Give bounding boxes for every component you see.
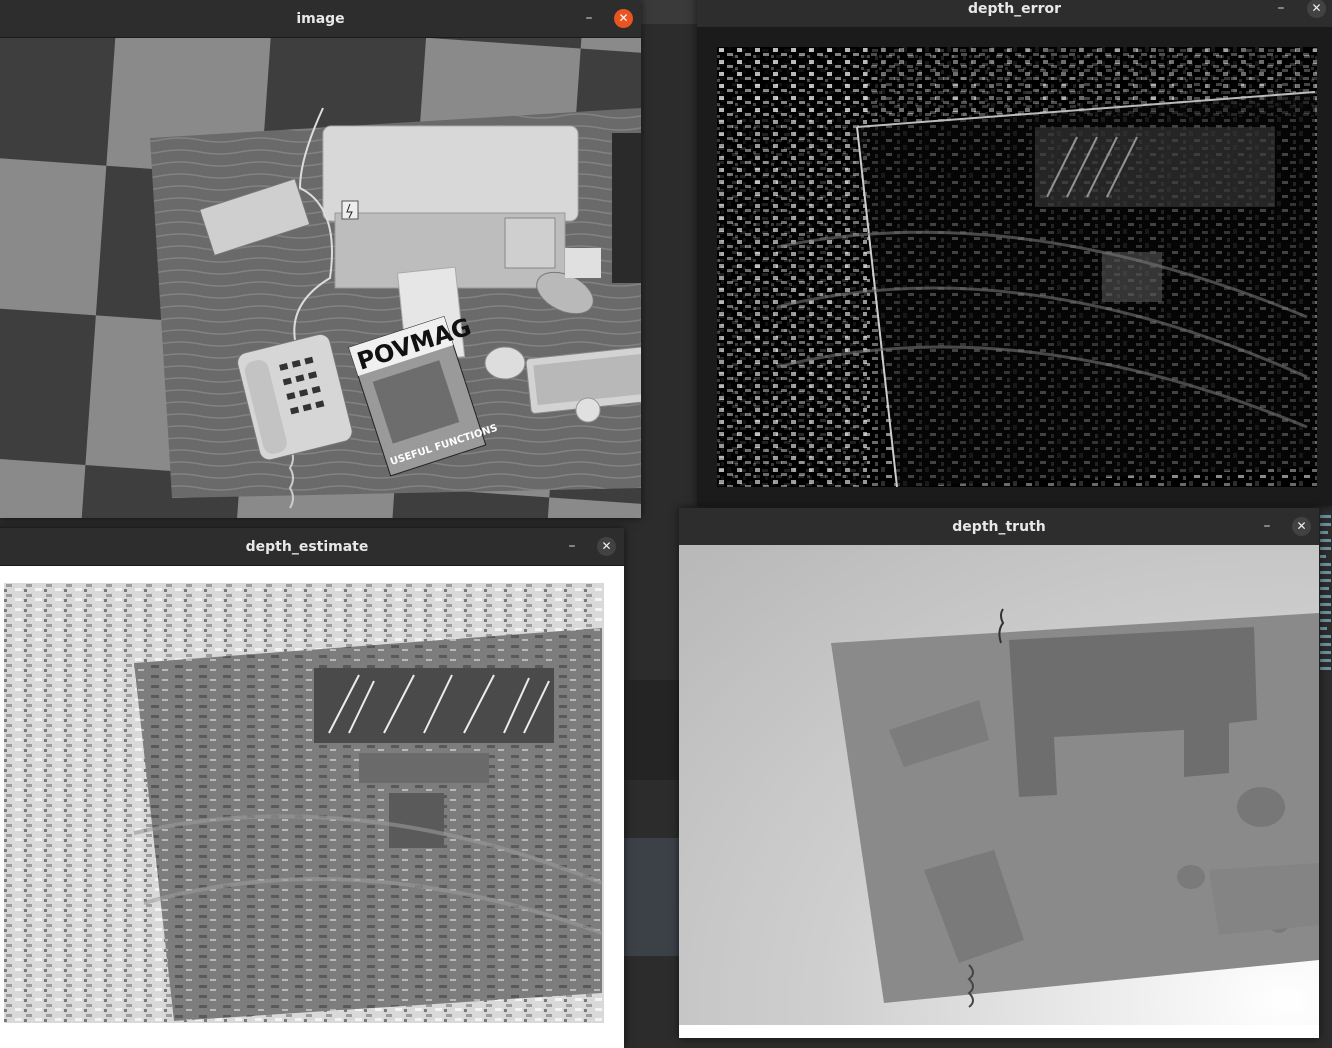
- window-title: depth_truth: [952, 518, 1046, 535]
- close-icon[interactable]: ✕: [1292, 517, 1311, 536]
- window-title: depth_estimate: [245, 538, 369, 555]
- apple: [575, 397, 601, 423]
- image-canvas: POVMAG USEFUL FUNCTIONS: [0, 38, 641, 518]
- window-depth-truth: depth_truth – ✕: [679, 508, 1319, 1038]
- minimize-icon[interactable]: –: [1258, 517, 1276, 535]
- background-code-editor: [1319, 510, 1332, 710]
- desktop-panel-dark: [624, 680, 680, 780]
- titlebar[interactable]: depth_estimate – ✕: [0, 528, 624, 566]
- minimize-icon[interactable]: –: [563, 537, 581, 555]
- mug: [484, 346, 526, 380]
- titlebar[interactable]: depth_truth – ✕: [679, 508, 1319, 546]
- window-title: depth_error: [967, 0, 1062, 17]
- window-depth-estimate: depth_estimate – ✕: [0, 528, 624, 1048]
- window-title: image: [296, 10, 345, 27]
- desktop-background-top: [641, 0, 697, 24]
- sticky-note: [565, 248, 601, 278]
- depth-truth-image: [679, 545, 1319, 1025]
- titlebar[interactable]: depth_error – ✕: [697, 0, 1332, 28]
- close-icon[interactable]: ✕: [597, 537, 616, 556]
- minimize-icon[interactable]: –: [1272, 0, 1290, 17]
- window-image: image – ✕ POVMAG USEFUL FUNCTIONS: [0, 0, 641, 518]
- close-icon[interactable]: ✕: [1307, 0, 1326, 18]
- minimize-icon[interactable]: –: [580, 9, 598, 27]
- monitor: [612, 133, 641, 283]
- desktop-panel-light: [624, 838, 680, 956]
- window-depth-error: depth_error – ✕: [697, 0, 1332, 506]
- depth-error-image: [717, 47, 1317, 487]
- close-icon[interactable]: ✕: [614, 9, 633, 28]
- titlebar[interactable]: image – ✕: [0, 0, 641, 38]
- depth-estimate-image: [4, 583, 604, 1023]
